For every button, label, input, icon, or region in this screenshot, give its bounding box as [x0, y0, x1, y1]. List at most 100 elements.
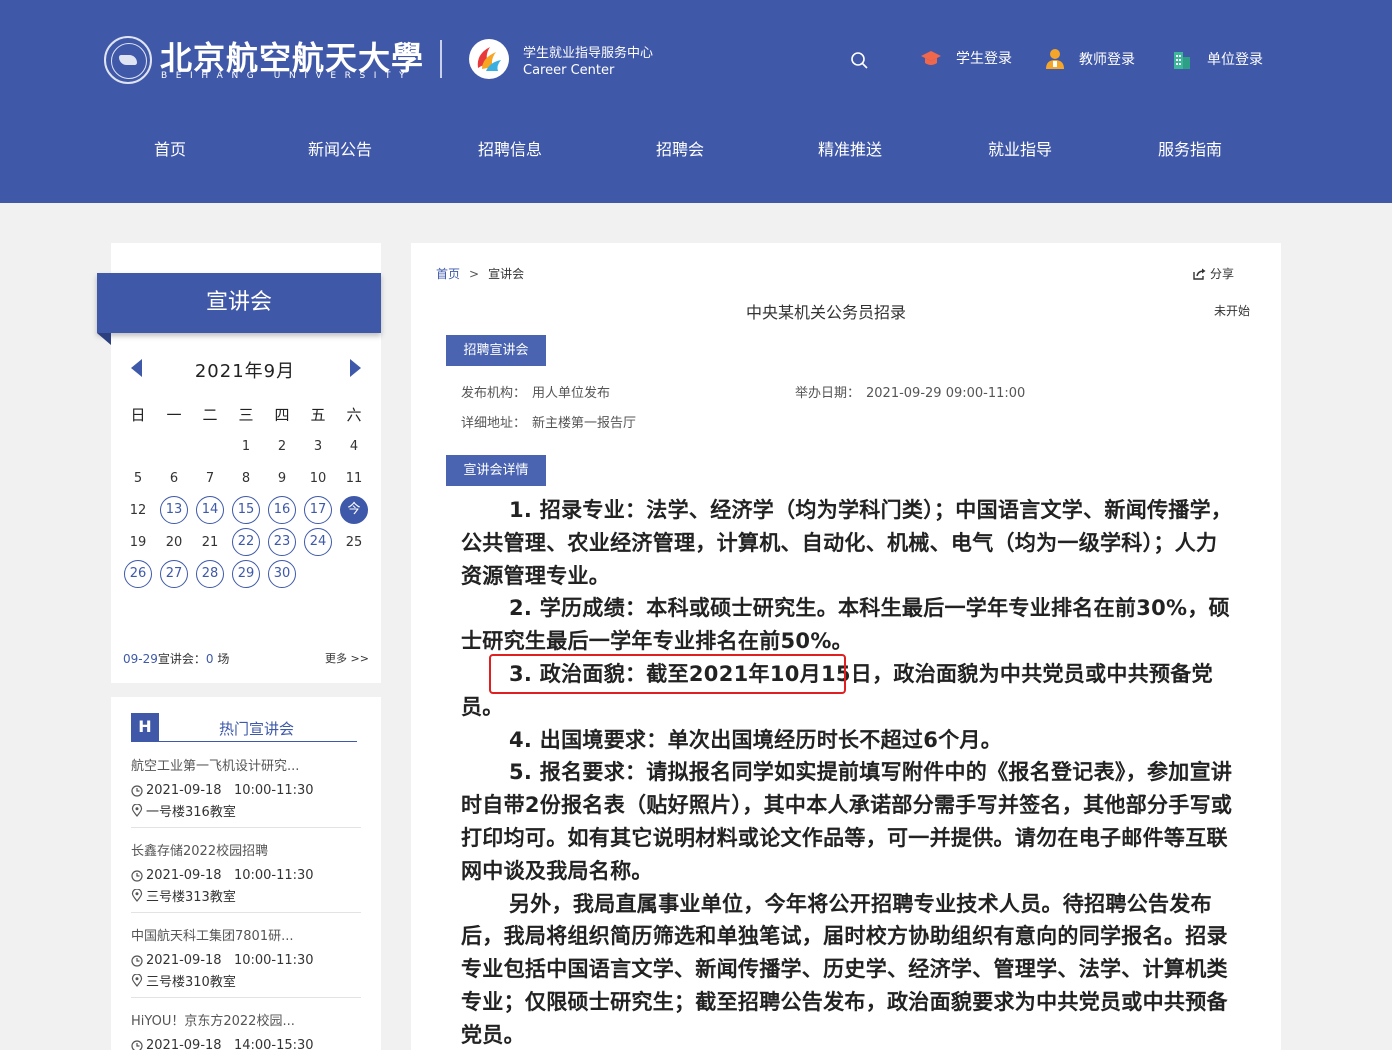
calendar-day[interactable]: 9 — [278, 471, 286, 486]
calendar-day-with-event[interactable]: 28 — [196, 560, 224, 588]
clock-icon — [131, 954, 143, 967]
clock-icon — [131, 869, 143, 882]
detail-content: 1. 招录专业：法学、经济学（均为学科门类）；中国语言文学、新闻传播学，公共管理… — [461, 494, 1236, 1050]
calendar-day-with-event[interactable]: 17 — [304, 496, 332, 524]
calendar-day[interactable]: 21 — [202, 535, 219, 550]
calendar-day-with-event[interactable]: 22 — [232, 528, 260, 556]
publisher-info: 发布机构： 用人单位发布 — [461, 382, 610, 401]
breadcrumb-separator: > — [469, 267, 480, 281]
calendar-day-with-event[interactable]: 15 — [232, 496, 260, 524]
calendar-day[interactable]: 8 — [242, 471, 250, 486]
hot-talk-item[interactable]: 中国航天科工集团7801研... 2021-09-18 10:00-11:30 三号… — [131, 925, 361, 998]
university-name-en: BEIHANG UNIVERSITY — [161, 71, 414, 81]
calendar-week-row: 1 2 3 4 — [120, 430, 372, 462]
university-seal-logo[interactable] — [104, 36, 152, 84]
nav-item-service-guide[interactable]: 服务指南 — [1158, 136, 1222, 160]
career-center-logo[interactable] — [468, 38, 510, 80]
calendar-day-cell: 2 — [264, 439, 300, 454]
hot-title-underline — [131, 741, 357, 742]
calendar-day[interactable]: 3 — [314, 439, 322, 454]
main-nav: 首页 新闻公告 招聘信息 招聘会 精准推送 就业指导 服务指南 — [0, 136, 1392, 160]
calendar-day-with-event[interactable]: 30 — [268, 560, 296, 588]
calendar-day-with-event[interactable]: 16 — [268, 496, 296, 524]
weekday-label: 四 — [274, 405, 290, 424]
publisher-value: 用人单位发布 — [532, 386, 611, 401]
weekday-label: 二 — [202, 405, 218, 424]
calendar-day-with-event[interactable]: 23 — [268, 528, 296, 556]
nav-item-jobs[interactable]: 招聘信息 — [478, 136, 542, 160]
calendar-day-cell: 17 — [300, 496, 336, 524]
prev-month-arrow-icon[interactable] — [131, 359, 142, 377]
calendar-day[interactable]: 11 — [346, 471, 363, 486]
calendar-more-link[interactable]: 更多 >> — [325, 650, 369, 666]
date-label: 举办日期： — [795, 386, 861, 401]
share-button[interactable]: 分享 — [1193, 265, 1234, 282]
hot-talk-divider — [131, 912, 361, 913]
hot-talk-item[interactable]: 航空工业第一飞机设计研究... 2021-09-18 10:00-11:30 一号楼… — [131, 755, 361, 828]
unit-login-button[interactable]: 单位登录 — [1171, 48, 1263, 70]
breadcrumb: 首页 > 宣讲会 — [436, 265, 524, 282]
calendar-day-cell: 7 — [192, 471, 228, 486]
search-icon[interactable] — [849, 50, 869, 70]
address-label: 详细地址： — [461, 416, 527, 431]
calendar-day-cell: 4 — [336, 439, 372, 454]
calendar-day-cell: 5 — [120, 471, 156, 486]
career-center-name-en: Career Center — [523, 63, 615, 78]
calendar-day[interactable]: 5 — [134, 471, 142, 486]
calendar-day-cell: 22 — [228, 528, 264, 556]
calendar-day-with-event[interactable]: 27 — [160, 560, 188, 588]
calendar-day-with-event[interactable]: 13 — [160, 496, 188, 524]
student-login-button[interactable]: 学生登录 — [920, 48, 1012, 68]
calendar-day-with-event[interactable]: 26 — [124, 560, 152, 588]
share-icon — [1193, 268, 1206, 280]
calendar-day[interactable]: 1 — [242, 439, 250, 454]
nav-item-news[interactable]: 新闻公告 — [308, 136, 372, 160]
hot-talk-divider — [131, 997, 361, 998]
calendar-day[interactable]: 12 — [130, 503, 147, 518]
calendar-month: 2021年9月 — [194, 361, 296, 382]
location-pin-icon — [131, 889, 143, 902]
calendar-day[interactable]: 4 — [350, 439, 358, 454]
calendar-day[interactable]: 20 — [166, 535, 183, 550]
weekday-label: 五 — [310, 405, 326, 424]
calendar-day-cell: 29 — [228, 560, 264, 588]
calendar-day-today[interactable]: 今 — [340, 496, 368, 524]
hot-talk-place-row: 一号楼316教室 — [131, 801, 361, 820]
calendar-day[interactable]: 10 — [310, 471, 327, 486]
calendar-day[interactable]: 6 — [170, 471, 178, 486]
graduation-cap-icon — [921, 51, 941, 65]
teacher-login-button[interactable]: 教师登录 — [1045, 48, 1135, 70]
calendar-day-with-event[interactable]: 29 — [232, 560, 260, 588]
nav-item-guidance[interactable]: 就业指导 — [988, 136, 1052, 160]
calendar-day-cell: 15 — [228, 496, 264, 524]
nav-item-push[interactable]: 精准推送 — [818, 136, 882, 160]
calendar-week-row: 26 27 28 29 30 — [120, 558, 372, 590]
hot-talk-title[interactable]: 中国航天科工集团7801研... — [131, 925, 316, 944]
nav-item-home[interactable]: 首页 — [154, 136, 186, 160]
calendar-day-with-event[interactable]: 24 — [304, 528, 332, 556]
calendar-day[interactable]: 2 — [278, 439, 286, 454]
calendar-day-cell: 30 — [264, 560, 300, 588]
hot-talk-time: 2021-09-18 10:00-11:30 — [146, 868, 314, 883]
breadcrumb-home[interactable]: 首页 — [436, 267, 460, 281]
calendar-week-row: 5 6 7 8 9 10 11 — [120, 462, 372, 494]
calendar-week-row: 12 13 14 15 16 17 今 — [120, 494, 372, 526]
teacher-login-label: 教师登录 — [1079, 52, 1135, 68]
calendar-day[interactable]: 19 — [130, 535, 147, 550]
hot-talk-title[interactable]: 航空工业第一飞机设计研究... — [131, 755, 316, 774]
hot-talk-item[interactable]: HiYOU！京东方2022校园... 2021-09-18 14:00-15:30 — [131, 1010, 361, 1050]
hot-talk-title[interactable]: 长鑫存储2022校园招聘 — [131, 840, 316, 859]
next-month-arrow-icon[interactable] — [350, 359, 361, 377]
hot-talk-time-row: 2021-09-18 10:00-11:30 — [131, 953, 361, 968]
calendar-day-cell: 26 — [120, 560, 156, 588]
hot-talk-title[interactable]: HiYOU！京东方2022校园... — [131, 1010, 316, 1029]
career-center-name-cn: 学生就业指导服务中心 — [523, 46, 654, 61]
hot-badge: H — [131, 713, 159, 741]
calendar-day[interactable]: 25 — [346, 535, 363, 550]
calendar-day-cell: 16 — [264, 496, 300, 524]
nav-item-job-fair[interactable]: 招聘会 — [656, 136, 704, 160]
calendar-day[interactable]: 7 — [206, 471, 214, 486]
calendar-day-with-event[interactable]: 14 — [196, 496, 224, 524]
hot-talk-item[interactable]: 长鑫存储2022校园招聘 2021-09-18 10:00-11:30 三号楼313… — [131, 840, 361, 913]
calendar-day-cell: 8 — [228, 471, 264, 486]
